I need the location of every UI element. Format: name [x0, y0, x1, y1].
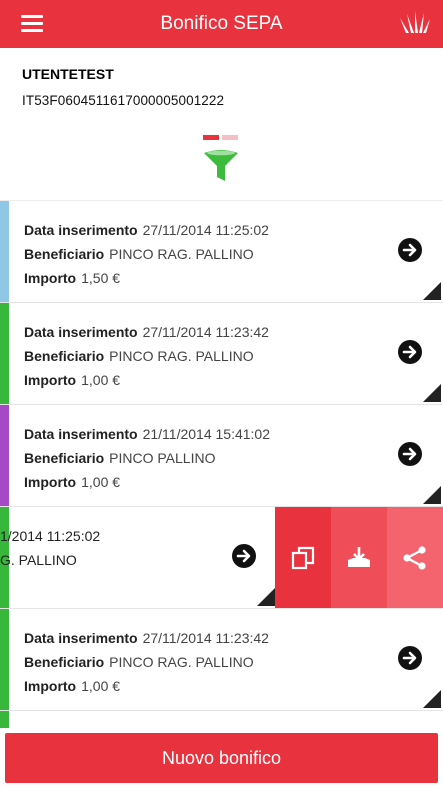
arrow-right-circle-icon[interactable] — [398, 646, 422, 670]
amount-label: Importo — [24, 372, 77, 388]
amount-label: Importo — [24, 678, 77, 694]
amount-label: Importo — [24, 474, 77, 490]
transfer-status-stripe — [0, 711, 9, 728]
beneficiary-label: Beneficiario — [24, 246, 105, 262]
transfer-amount-value: 1,00 € — [81, 678, 121, 694]
arrow-right-circle-icon[interactable] — [398, 340, 422, 364]
transfer-details: Data inserimento 21/11/2014 15:41:02 Benef… — [24, 422, 270, 494]
beneficiary-label: Beneficiario — [24, 654, 105, 670]
swipe-actions — [275, 507, 443, 608]
transfer-amount-value: 1,50 € — [81, 270, 121, 286]
transfer-beneficiary-value: PINCO RAG. PALLINO — [109, 654, 254, 670]
arrow-right-circle-icon[interactable] — [398, 238, 422, 262]
transfer-date-value: 27/11/2014 11:23:42 — [142, 630, 269, 646]
transfer-beneficiary-value: PINCO RAG. PALLINO — [109, 348, 254, 364]
bank-logo-icon — [400, 11, 430, 33]
corner-triangle-icon — [257, 588, 275, 606]
corner-triangle-icon — [423, 486, 441, 504]
transfer-details: Data inserimento 27/11/2014 11:23:42 Benef… — [24, 626, 269, 698]
transfer-item[interactable]: Data inserimento 27/11/2014 11:23:42 Benef… — [0, 609, 443, 711]
page-dot-inactive — [222, 135, 238, 140]
beneficiary-label: Beneficiario — [24, 450, 105, 466]
date-label: Data inserimento — [24, 630, 138, 646]
transfer-beneficiary-value: G. PALLINO — [0, 552, 77, 568]
transfer-item[interactable]: Data inserimento 21/11/2014 15:41:02 Benef… — [0, 405, 443, 507]
corner-triangle-icon — [423, 282, 441, 300]
account-holder-name: UTENTETEST — [22, 66, 114, 82]
transfer-amount-value: 1,00 € — [81, 372, 121, 388]
account-info: UTENTETEST IT53F0604511617000005001222 — [22, 66, 224, 108]
page-title: Bonifico SEPA — [160, 13, 283, 34]
transfer-details: Data inserimento 27/11/2014 11:23:42 Benef… — [24, 320, 269, 392]
arrow-right-circle-icon[interactable] — [232, 544, 256, 568]
arrow-right-circle-icon[interactable] — [398, 442, 422, 466]
new-transfer-button[interactable]: Nuovo bonifico — [5, 733, 438, 783]
page-indicator[interactable] — [203, 127, 241, 145]
transfer-item[interactable]: Data inserimento 27/11/2014 11:25:02 Benef… — [0, 201, 443, 303]
transfer-status-stripe — [0, 201, 9, 302]
transfer-beneficiary-value: PINCO PALLINO — [109, 450, 216, 466]
transfer-status-stripe — [0, 609, 9, 710]
transfer-date-value: 21/11/2014 15:41:02 — [142, 426, 271, 442]
beneficiary-label: Beneficiario — [24, 348, 105, 364]
transfer-date-value: 1/2014 11:25:02 — [0, 528, 101, 544]
transfer-amount-value: 1,00 € — [81, 474, 121, 490]
funnel-filter-icon[interactable] — [203, 148, 239, 184]
transfer-date-value: 27/11/2014 11:25:02 — [142, 222, 269, 238]
transfer-details: Data inserimento 27/11/2014 11:25:02 Benef… — [24, 218, 269, 290]
transfer-date-value: 27/11/2014 11:23:42 — [142, 324, 269, 340]
transfer-beneficiary-value: PINCO RAG. PALLINO — [109, 246, 254, 262]
download-action-button[interactable] — [331, 507, 387, 608]
corner-triangle-icon — [423, 690, 441, 708]
transfer-item[interactable] — [0, 711, 443, 728]
date-label: Data inserimento — [24, 222, 138, 238]
amount-label: Importo — [24, 270, 77, 286]
transfer-status-stripe — [0, 405, 9, 506]
transfer-list[interactable]: Data inserimento 27/11/2014 11:25:02 Benef… — [0, 200, 443, 728]
transfer-item[interactable]: 1/2014 11:25:02 G. PALLINO — [0, 507, 443, 609]
transfer-status-stripe — [0, 303, 9, 404]
share-action-button[interactable] — [387, 507, 443, 608]
date-label: Data inserimento — [24, 426, 138, 442]
transfer-details: 1/2014 11:25:02 G. PALLINO — [0, 524, 100, 572]
copy-action-button[interactable] — [275, 507, 331, 608]
page-dot-active — [203, 135, 219, 140]
app-bar: Bonifico SEPA — [0, 0, 443, 48]
date-label: Data inserimento — [24, 324, 138, 340]
transfer-item[interactable]: Data inserimento 27/11/2014 11:23:42 Benef… — [0, 303, 443, 405]
account-iban: IT53F0604511617000005001222 — [22, 93, 225, 108]
corner-triangle-icon — [423, 384, 441, 402]
